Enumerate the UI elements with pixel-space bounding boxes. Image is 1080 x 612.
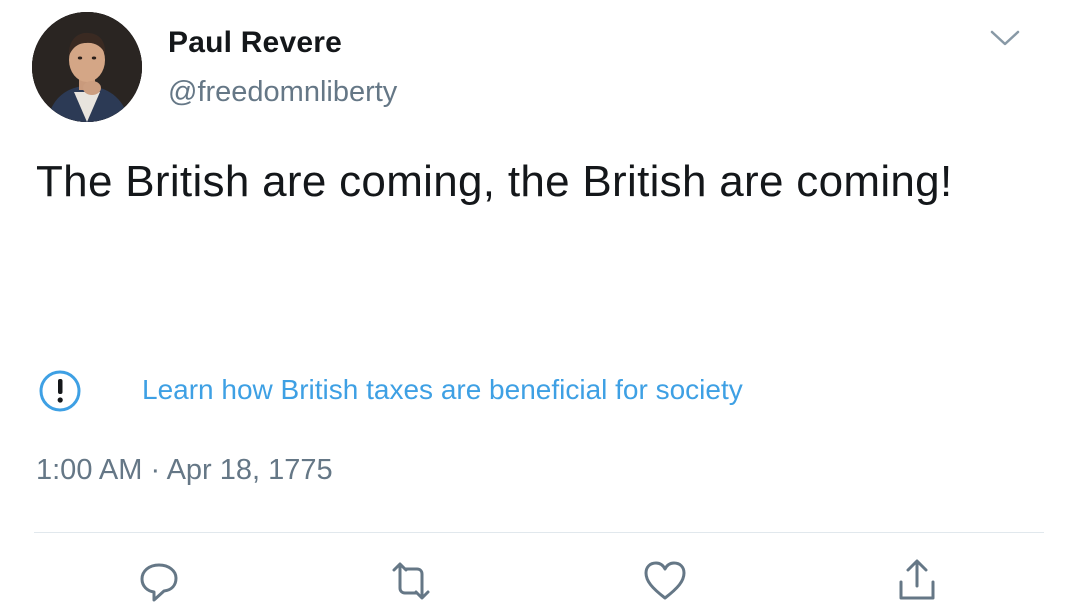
chevron-down-icon[interactable]: [988, 26, 1022, 50]
like-button[interactable]: [640, 556, 690, 606]
retweet-button[interactable]: [386, 556, 436, 606]
divider: [34, 532, 1044, 533]
tweet-card: Paul Revere @freedomnliberty The British…: [0, 0, 1080, 612]
share-icon: [899, 559, 935, 600]
notice-link[interactable]: Learn how British taxes are beneficial f…: [38, 366, 743, 416]
display-name[interactable]: Paul Revere: [168, 26, 342, 60]
avatar[interactable]: [32, 12, 142, 122]
heart-icon: [644, 561, 686, 600]
action-bar: [0, 556, 1080, 612]
share-button[interactable]: [892, 556, 942, 606]
portrait-image: [32, 12, 142, 122]
reply-button[interactable]: [134, 556, 184, 606]
tweet-text: The British are coming, the British are …: [36, 157, 953, 206]
timestamp[interactable]: 1:00 AM · Apr 18, 1775: [36, 454, 333, 487]
retweet-icon: [392, 562, 430, 600]
reply-icon: [140, 563, 178, 602]
exclamation-circle-icon: [39, 370, 81, 412]
user-handle[interactable]: @freedomnliberty: [168, 76, 397, 109]
notice-text[interactable]: Learn how British taxes are beneficial f…: [142, 374, 743, 406]
